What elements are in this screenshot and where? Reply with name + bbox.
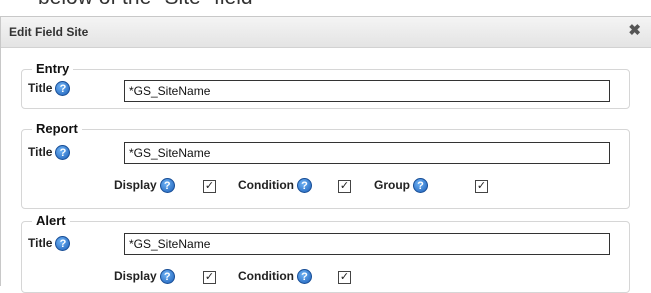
help-icon[interactable]: ?: [159, 178, 175, 194]
help-icon[interactable]: ?: [55, 236, 71, 252]
report-display-checkbox[interactable]: ✓: [203, 180, 216, 193]
alert-display-checkbox[interactable]: ✓: [203, 271, 216, 284]
close-icon[interactable]: ✖: [628, 22, 641, 40]
entry-title-input[interactable]: *GS_SiteName: [124, 80, 610, 102]
caption-text: below of the "Site" field: [38, 0, 253, 10]
report-display-label-text: Display: [114, 178, 157, 192]
help-icon[interactable]: ?: [159, 269, 175, 285]
entry-legend: Entry: [32, 61, 74, 76]
entry-title-label-text: Title: [28, 81, 53, 95]
alert-legend: Alert: [32, 213, 70, 228]
report-group-label: Group?: [374, 178, 428, 194]
alert-display-label-text: Display: [114, 269, 157, 283]
help-icon[interactable]: ?: [296, 269, 312, 285]
alert-condition-label: Condition?: [238, 269, 312, 285]
report-legend: Report: [32, 121, 82, 136]
entry-title-label: Title?: [28, 81, 71, 97]
report-title-label: Title?: [28, 145, 71, 161]
help-icon[interactable]: ?: [296, 178, 312, 194]
help-icon[interactable]: ?: [55, 81, 71, 97]
report-group-checkbox[interactable]: ✓: [475, 180, 488, 193]
dialog-title: Edit Field Site: [9, 25, 89, 39]
alert-condition-label-text: Condition: [238, 269, 294, 283]
report-section: Report Title? *GS_SiteName Display? ✓ Co…: [21, 121, 630, 209]
report-condition-label: Condition?: [238, 178, 312, 194]
report-group-label-text: Group: [374, 178, 410, 192]
alert-condition-checkbox[interactable]: ✓: [338, 271, 351, 284]
edit-field-dialog: Edit Field Site ✖ Entry Title? *GS_SiteN…: [0, 16, 651, 293]
help-icon[interactable]: ?: [413, 178, 428, 194]
entry-section: Entry Title? *GS_SiteName: [21, 61, 630, 109]
alert-title-label: Title?: [28, 236, 71, 252]
dialog-titlebar: Edit Field Site ✖: [1, 17, 651, 48]
report-title-input[interactable]: *GS_SiteName: [124, 142, 610, 164]
alert-section: Alert Title? *GS_SiteName Display? ✓ Con…: [21, 213, 630, 293]
help-icon[interactable]: ?: [55, 145, 71, 161]
alert-title-input[interactable]: *GS_SiteName: [124, 233, 610, 255]
report-title-label-text: Title: [28, 145, 53, 159]
report-condition-label-text: Condition: [238, 178, 294, 192]
alert-title-label-text: Title: [28, 236, 53, 250]
report-condition-checkbox[interactable]: ✓: [338, 180, 351, 193]
report-display-label: Display?: [114, 178, 175, 194]
alert-display-label: Display?: [114, 269, 175, 285]
